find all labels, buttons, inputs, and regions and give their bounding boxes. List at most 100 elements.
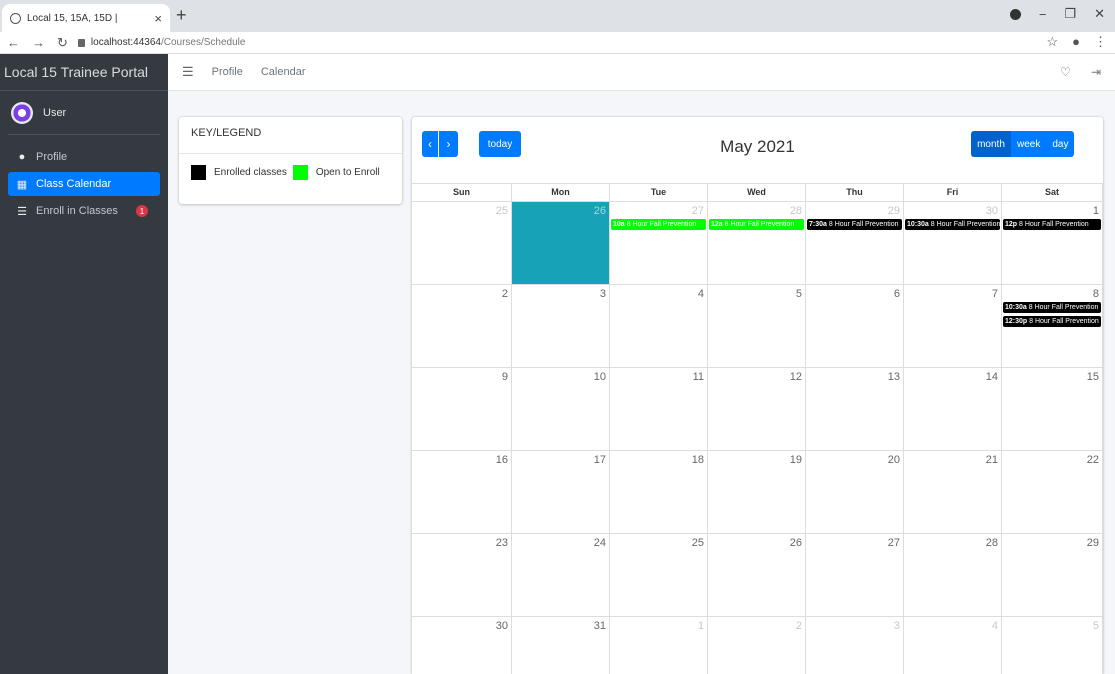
day-cell[interactable]: 5: [1002, 617, 1103, 674]
day-number[interactable]: 26: [790, 537, 802, 549]
sidebar-item-enroll[interactable]: ☰ Enroll in Classes 1: [8, 199, 160, 223]
day-number[interactable]: 25: [692, 537, 704, 549]
url-field[interactable]: localhost:44364/Courses/Schedule: [77, 34, 245, 52]
reload-icon[interactable]: ↻: [57, 35, 68, 51]
day-cell[interactable]: 13: [806, 368, 904, 450]
sidebar-item-class-calendar[interactable]: ▦ Class Calendar: [8, 172, 160, 196]
day-cell[interactable]: 1 12p 8 Hour Fall Prevention: [1002, 202, 1103, 284]
day-cell[interactable]: 21: [904, 451, 1002, 533]
day-cell[interactable]: 12: [708, 368, 806, 450]
day-number[interactable]: 1: [698, 620, 704, 632]
day-cell[interactable]: 4: [904, 617, 1002, 674]
day-number[interactable]: 13: [888, 371, 900, 383]
day-number[interactable]: 29: [1087, 537, 1099, 549]
day-number[interactable]: 15: [1087, 371, 1099, 383]
day-number[interactable]: 11: [693, 371, 704, 383]
day-number[interactable]: 30: [496, 620, 508, 632]
calendar-event[interactable]: 12a 8 Hour Fall Prevention: [709, 219, 804, 230]
day-number[interactable]: 4: [992, 620, 998, 632]
day-number[interactable]: 25: [496, 205, 508, 217]
day-number[interactable]: 2: [502, 288, 508, 300]
day-cell[interactable]: 26: [708, 534, 806, 616]
day-number[interactable]: 28: [986, 537, 998, 549]
new-tab-button[interactable]: +: [176, 5, 187, 26]
day-cell[interactable]: 9: [412, 368, 512, 450]
account-icon[interactable]: ●: [1072, 34, 1080, 50]
day-cell[interactable]: 28: [904, 534, 1002, 616]
day-number[interactable]: 12: [790, 371, 802, 383]
day-number[interactable]: 7: [992, 288, 998, 300]
day-number[interactable]: 23: [496, 537, 508, 549]
day-cell[interactable]: 25: [412, 202, 512, 284]
day-cell[interactable]: 16: [412, 451, 512, 533]
day-number[interactable]: 29: [888, 205, 900, 217]
calendar-event[interactable]: 10:30a 8 Hour Fall Prevention: [1003, 302, 1101, 313]
day-number[interactable]: 24: [594, 537, 606, 549]
bell-icon[interactable]: ♡: [1060, 65, 1071, 79]
day-cell[interactable]: 31: [512, 617, 610, 674]
day-cell[interactable]: 24: [512, 534, 610, 616]
day-cell[interactable]: 25: [610, 534, 708, 616]
day-cell[interactable]: 3: [806, 617, 904, 674]
day-number[interactable]: 21: [986, 454, 998, 466]
day-number[interactable]: 20: [888, 454, 900, 466]
day-number[interactable]: 30: [986, 205, 998, 217]
view-month-button[interactable]: month: [971, 131, 1011, 157]
day-number[interactable]: 2: [796, 620, 802, 632]
day-number[interactable]: 14: [986, 371, 998, 383]
day-cell[interactable]: 5: [708, 285, 806, 367]
forward-arrow-icon[interactable]: →: [32, 35, 45, 51]
day-cell[interactable]: 17: [512, 451, 610, 533]
star-icon[interactable]: ☆: [1046, 34, 1058, 50]
day-number[interactable]: 3: [600, 288, 606, 300]
day-cell[interactable]: 30 10:30a 8 Hour Fall Prevention: [904, 202, 1002, 284]
day-cell[interactable]: 2: [708, 617, 806, 674]
day-number[interactable]: 4: [698, 288, 704, 300]
day-cell[interactable]: 10: [512, 368, 610, 450]
day-cell[interactable]: 28 12a 8 Hour Fall Prevention: [708, 202, 806, 284]
day-cell[interactable]: 8 10:30a 8 Hour Fall Prevention 12:30p 8 H…: [1002, 285, 1103, 367]
day-cell[interactable]: 23: [412, 534, 512, 616]
kebab-menu-icon[interactable]: ⋮: [1094, 34, 1107, 50]
calendar-event[interactable]: 7:30a 8 Hour Fall Prevention: [807, 219, 902, 230]
day-cell[interactable]: 27 10a 8 Hour Fall Prevention: [610, 202, 708, 284]
day-cell[interactable]: 11: [610, 368, 708, 450]
nav-link-profile[interactable]: Profile: [212, 66, 243, 78]
day-number[interactable]: 5: [796, 288, 802, 300]
day-cell[interactable]: 3: [512, 285, 610, 367]
day-number[interactable]: 1: [1093, 205, 1099, 217]
brand-title[interactable]: Local 15 Trainee Portal: [0, 54, 168, 91]
day-cell[interactable]: 15: [1002, 368, 1103, 450]
day-number[interactable]: 9: [502, 371, 508, 383]
close-window-icon[interactable]: ✕: [1094, 6, 1105, 22]
day-cell[interactable]: 26: [512, 202, 610, 284]
restore-icon[interactable]: ❐: [1064, 6, 1076, 22]
calendar-event[interactable]: 10a 8 Hour Fall Prevention: [611, 219, 706, 230]
day-cell[interactable]: 18: [610, 451, 708, 533]
day-number[interactable]: 19: [790, 454, 802, 466]
day-cell[interactable]: 1: [610, 617, 708, 674]
logout-icon[interactable]: ⇥: [1091, 65, 1101, 79]
view-week-button[interactable]: week: [1011, 131, 1047, 157]
day-cell[interactable]: 6: [806, 285, 904, 367]
back-arrow-icon[interactable]: ←: [7, 35, 20, 51]
browser-tab[interactable]: Local 15, 15A, 15D | ×: [2, 4, 170, 32]
day-number[interactable]: 26: [594, 205, 606, 217]
day-cell[interactable]: 29: [1002, 534, 1103, 616]
sidebar-item-profile[interactable]: ● Profile: [8, 145, 160, 169]
calendar-event[interactable]: 10:30a 8 Hour Fall Prevention: [905, 219, 1000, 230]
day-cell[interactable]: 29 7:30a 8 Hour Fall Prevention: [806, 202, 904, 284]
user-name[interactable]: User: [43, 107, 66, 119]
day-cell[interactable]: 27: [806, 534, 904, 616]
day-cell[interactable]: 4: [610, 285, 708, 367]
calendar-event[interactable]: 12:30p 8 Hour Fall Prevention: [1003, 316, 1101, 327]
day-number[interactable]: 5: [1093, 620, 1099, 632]
day-cell[interactable]: 19: [708, 451, 806, 533]
nav-link-calendar[interactable]: Calendar: [261, 66, 306, 78]
day-number[interactable]: 31: [594, 620, 606, 632]
day-number[interactable]: 17: [594, 454, 606, 466]
day-number[interactable]: 8: [1093, 288, 1099, 300]
day-number[interactable]: 3: [894, 620, 900, 632]
calendar-event[interactable]: 12p 8 Hour Fall Prevention: [1003, 219, 1101, 230]
day-number[interactable]: 16: [496, 454, 508, 466]
